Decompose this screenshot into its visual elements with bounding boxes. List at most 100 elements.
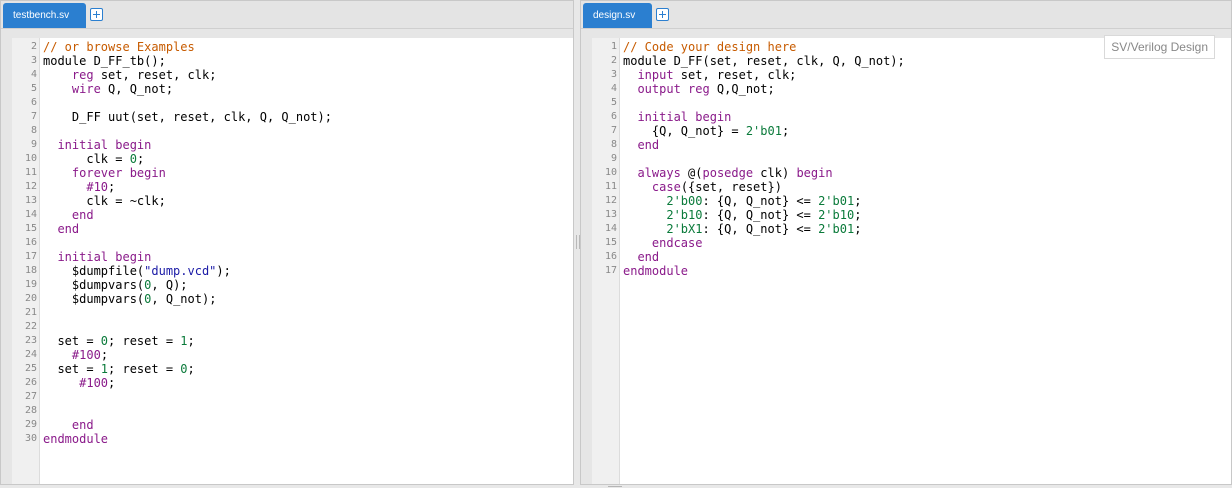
code-token: endmodule: [623, 264, 689, 278]
line-number: 4: [30, 69, 37, 80]
testbench-code: 2 // or browse Examples 3 module D_FF_tb();…: [12, 40, 573, 446]
line-number: 29: [24, 419, 37, 430]
code-text: // Code your design here: [623, 40, 796, 54]
code-token: 2'b01: [818, 222, 855, 236]
code-token: module D_FF(set, reset, clk, Q, Q_not);: [623, 54, 905, 68]
code-line: 3 input set, reset, clk;: [592, 68, 1231, 82]
code-token: end: [637, 250, 660, 264]
line-number: 13: [604, 209, 617, 220]
code-text: endmodule: [43, 432, 108, 446]
code-line: 20 $dumpvars(0, Q_not);: [12, 292, 573, 306]
line-number: 4: [610, 83, 617, 94]
line-number: 5: [30, 83, 37, 94]
code-text: 2'bX1: {Q, Q_not} <= 2'b01;: [623, 222, 861, 236]
line-number: 6: [30, 97, 37, 108]
code-token: ;: [100, 348, 109, 362]
tab-testbench[interactable]: testbench.sv: [3, 3, 86, 28]
code-token: module D_FF_tb();: [43, 54, 166, 68]
add-file-right-icon[interactable]: [656, 8, 669, 21]
left-tab-bar: testbench.sv: [1, 1, 573, 29]
line-number: 9: [610, 153, 617, 164]
line-number: 9: [30, 139, 37, 150]
code-token: initial begin: [637, 110, 732, 124]
line-number: 20: [24, 293, 37, 304]
code-line: 5: [592, 96, 1231, 110]
line-number: 10: [604, 167, 617, 178]
code-token: ;: [136, 152, 145, 166]
tab-design[interactable]: design.sv: [583, 3, 652, 28]
code-text: reg set, reset, clk;: [43, 68, 217, 82]
design-editor[interactable]: 1 // Code your design here 2 module D_FF(se…: [592, 38, 1231, 484]
code-token: ;: [108, 376, 116, 390]
resize-handle[interactable]: [608, 486, 622, 487]
code-token: set =: [43, 362, 101, 376]
code-text: end: [43, 208, 94, 222]
code-token: Q, Q_not;: [100, 82, 174, 96]
code-line: 16: [12, 236, 573, 250]
add-file-left-icon[interactable]: [90, 8, 103, 21]
line-number: 10: [24, 153, 37, 164]
line-number: 3: [610, 69, 617, 80]
code-text: clk = ~clk;: [43, 194, 166, 208]
line-number: 13: [24, 195, 37, 206]
code-line: 3 module D_FF_tb();: [12, 54, 573, 68]
code-text: initial begin: [43, 138, 151, 152]
code-text: $dumpvars(0, Q);: [43, 278, 188, 292]
code-token: reg: [71, 68, 94, 82]
line-number: 19: [24, 279, 37, 290]
code-token: Q,Q_not;: [709, 82, 775, 96]
code-text: module D_FF_tb();: [43, 54, 166, 68]
code-token: // Code your design here: [623, 40, 797, 54]
code-token: clk = ~clk;: [43, 194, 166, 208]
code-token: #10: [86, 180, 109, 194]
code-token: 0: [129, 152, 137, 166]
code-token: 2'b01: [745, 124, 782, 138]
code-token: set =: [43, 334, 101, 348]
language-badge: SV/Verilog Design: [1104, 35, 1215, 59]
code-line: 24 #100;: [12, 348, 573, 362]
code-line: 13 2'b10: {Q, Q_not} <= 2'b10;: [592, 208, 1231, 222]
code-token: begin: [796, 166, 833, 180]
code-token: output reg: [637, 82, 710, 96]
code-line: 14 2'bX1: {Q, Q_not} <= 2'b01;: [592, 222, 1231, 236]
code-token: input: [637, 68, 674, 82]
code-text: end: [43, 418, 94, 432]
code-token: ;: [781, 124, 790, 138]
testbench-editor[interactable]: 2 // or browse Examples 3 module D_FF_tb();…: [12, 38, 573, 484]
line-number: 5: [610, 97, 617, 108]
code-text: output reg Q,Q_not;: [623, 82, 775, 96]
code-line: 5 wire Q, Q_not;: [12, 82, 573, 96]
code-token: endmodule: [43, 432, 109, 446]
line-number: 22: [24, 321, 37, 332]
code-line: 10 always @(posedge clk) begin: [592, 166, 1231, 180]
code-token: // or browse Examples: [43, 40, 195, 54]
code-token: always: [637, 166, 681, 180]
line-number: 11: [604, 181, 617, 192]
line-number: 21: [24, 307, 37, 318]
code-line: 7 D_FF uut(set, reset, clk, Q, Q_not);: [12, 110, 573, 124]
code-token: #100: [79, 376, 109, 390]
code-token: ;: [854, 208, 862, 222]
code-line: 10 clk = 0;: [12, 152, 573, 166]
code-token: 2'b10: [666, 208, 703, 222]
code-token: 1: [180, 334, 188, 348]
line-number: 2: [610, 55, 617, 66]
code-text: initial begin: [623, 110, 731, 124]
code-line: 18 $dumpfile("dump.vcd");: [12, 264, 573, 278]
code-text: $dumpfile("dump.vcd");: [43, 264, 231, 278]
line-number: 15: [604, 237, 617, 248]
code-line: 13 clk = ~clk;: [12, 194, 573, 208]
code-line: 23 set = 0; reset = 1;: [12, 334, 573, 348]
code-token: forever begin: [71, 166, 166, 180]
